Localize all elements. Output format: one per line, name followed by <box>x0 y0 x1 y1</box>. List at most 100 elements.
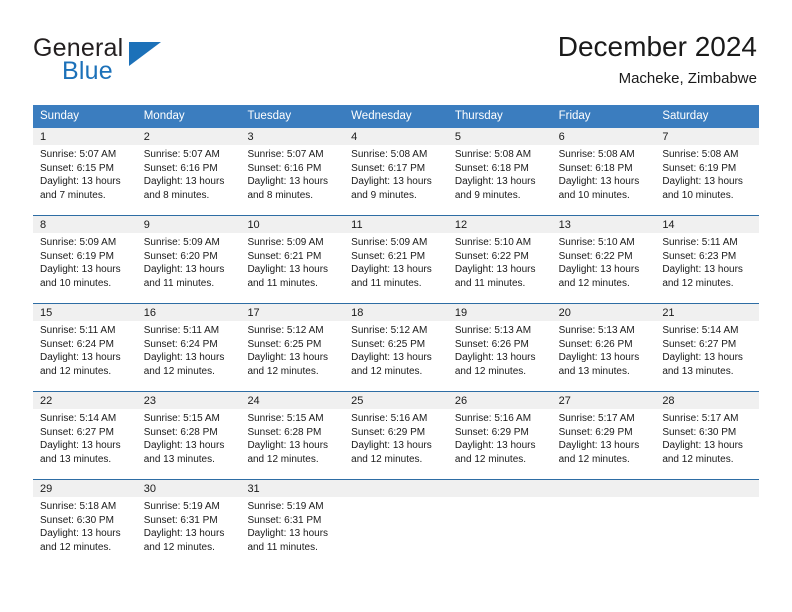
daylight-text-line1: Daylight: 13 hours <box>662 264 743 276</box>
day-cell[interactable]: 25 Sunrise: 5:16 AM Sunset: 6:29 PM Dayl… <box>344 392 448 479</box>
sunrise-text: Sunrise: 5:17 AM <box>662 413 739 424</box>
day-details: Sunrise: 5:11 AM Sunset: 6:24 PM Dayligh… <box>33 321 137 378</box>
day-cell[interactable]: 3 Sunrise: 5:07 AM Sunset: 6:16 PM Dayli… <box>240 128 345 215</box>
day-cell[interactable]: 15 Sunrise: 5:11 AM Sunset: 6:24 PM Dayl… <box>33 304 137 391</box>
day-cell[interactable]: 21 Sunrise: 5:14 AM Sunset: 6:27 PM Dayl… <box>655 304 760 391</box>
daylight-text-line1: Daylight: 13 hours <box>558 440 640 452</box>
day-number: 27 <box>551 392 656 409</box>
day-number: 5 <box>447 128 552 145</box>
sunset-text: Sunset: 6:22 PM <box>558 250 633 262</box>
day-cell[interactable]: 18 Sunrise: 5:12 AM Sunset: 6:25 PM Dayl… <box>344 304 448 391</box>
daylight-text-line2: and 12 minutes. <box>662 453 734 465</box>
weekday-header-wednesday: Wednesday <box>351 110 412 122</box>
blue-triangle-logo-icon <box>129 42 161 66</box>
day-details <box>448 497 552 500</box>
day-cell[interactable]: 5 Sunrise: 5:08 AM Sunset: 6:18 PM Dayli… <box>447 128 552 215</box>
day-cell[interactable]: 23 Sunrise: 5:15 AM Sunset: 6:28 PM Dayl… <box>136 392 241 479</box>
day-number: 16 <box>136 304 241 321</box>
day-cell[interactable]: 10 Sunrise: 5:09 AM Sunset: 6:21 PM Dayl… <box>240 216 345 303</box>
sunset-text: Sunset: 6:19 PM <box>662 162 737 174</box>
daylight-text-line2: and 12 minutes. <box>351 365 423 377</box>
general-blue-logo[interactable]: General Blue <box>33 34 213 92</box>
sunset-text: Sunset: 6:27 PM <box>662 338 737 350</box>
calendar-page: General Blue December 2024 Macheke, Zimb… <box>0 0 792 612</box>
day-number: 22 <box>33 392 137 409</box>
day-cell[interactable]: 31 Sunrise: 5:19 AM Sunset: 6:31 PM Dayl… <box>240 480 345 567</box>
day-cell[interactable]: 6 Sunrise: 5:08 AM Sunset: 6:18 PM Dayli… <box>551 128 656 215</box>
day-details: Sunrise: 5:17 AM Sunset: 6:30 PM Dayligh… <box>655 409 759 466</box>
day-number: 31 <box>240 480 345 497</box>
day-details: Sunrise: 5:09 AM Sunset: 6:21 PM Dayligh… <box>240 233 344 290</box>
sunrise-text: Sunrise: 5:15 AM <box>247 413 324 424</box>
sunrise-text: Sunrise: 5:14 AM <box>40 413 117 424</box>
daylight-text-line1: Daylight: 13 hours <box>247 352 329 364</box>
day-number: 21 <box>655 304 760 321</box>
day-cell[interactable]: 16 Sunrise: 5:11 AM Sunset: 6:24 PM Dayl… <box>136 304 241 391</box>
day-cell[interactable]: 14 Sunrise: 5:11 AM Sunset: 6:23 PM Dayl… <box>655 216 760 303</box>
day-details: Sunrise: 5:12 AM Sunset: 6:25 PM Dayligh… <box>344 321 448 378</box>
day-cell[interactable]: 30 Sunrise: 5:19 AM Sunset: 6:31 PM Dayl… <box>136 480 241 567</box>
daylight-text-line1: Daylight: 13 hours <box>662 176 743 188</box>
day-cell[interactable]: 20 Sunrise: 5:13 AM Sunset: 6:26 PM Dayl… <box>551 304 656 391</box>
day-cell[interactable]: 27 Sunrise: 5:17 AM Sunset: 6:29 PM Dayl… <box>551 392 656 479</box>
day-details: Sunrise: 5:10 AM Sunset: 6:22 PM Dayligh… <box>552 233 656 290</box>
daylight-text-line2: and 10 minutes. <box>40 277 112 289</box>
day-cell[interactable]: 28 Sunrise: 5:17 AM Sunset: 6:30 PM Dayl… <box>655 392 760 479</box>
day-cell[interactable]: 26 Sunrise: 5:16 AM Sunset: 6:29 PM Dayl… <box>447 392 552 479</box>
sunset-text: Sunset: 6:21 PM <box>247 250 322 262</box>
daylight-text-line2: and 7 minutes. <box>40 189 106 201</box>
day-cell[interactable]: 2 Sunrise: 5:07 AM Sunset: 6:16 PM Dayli… <box>136 128 241 215</box>
sunset-text: Sunset: 6:29 PM <box>454 426 529 438</box>
day-number <box>551 480 656 497</box>
sunset-text: Sunset: 6:16 PM <box>247 162 322 174</box>
sunrise-text: Sunrise: 5:18 AM <box>40 501 117 512</box>
day-cell[interactable]: 9 Sunrise: 5:09 AM Sunset: 6:20 PM Dayli… <box>136 216 241 303</box>
day-details: Sunrise: 5:11 AM Sunset: 6:23 PM Dayligh… <box>655 233 759 290</box>
day-cell-empty <box>447 480 552 567</box>
day-cell[interactable]: 1 Sunrise: 5:07 AM Sunset: 6:15 PM Dayli… <box>33 128 137 215</box>
day-number: 17 <box>240 304 345 321</box>
daylight-text-line2: and 12 minutes. <box>40 365 112 377</box>
day-cell[interactable]: 17 Sunrise: 5:12 AM Sunset: 6:25 PM Dayl… <box>240 304 345 391</box>
day-details: Sunrise: 5:07 AM Sunset: 6:15 PM Dayligh… <box>33 145 137 202</box>
sunrise-text: Sunrise: 5:09 AM <box>143 237 220 248</box>
sunset-text: Sunset: 6:30 PM <box>662 426 737 438</box>
sunrise-text: Sunrise: 5:08 AM <box>454 149 532 160</box>
day-cell[interactable]: 29 Sunrise: 5:18 AM Sunset: 6:30 PM Dayl… <box>33 480 137 567</box>
sunset-text: Sunset: 6:29 PM <box>558 426 633 438</box>
sunrise-text: Sunrise: 5:12 AM <box>247 325 324 336</box>
calendar-grid: Sunday Monday Tuesday Wednesday Thursday… <box>33 105 760 567</box>
sunset-text: Sunset: 6:22 PM <box>454 250 529 262</box>
day-cell[interactable]: 4 Sunrise: 5:08 AM Sunset: 6:17 PM Dayli… <box>344 128 448 215</box>
daylight-text-line1: Daylight: 13 hours <box>454 264 536 276</box>
day-cell[interactable]: 11 Sunrise: 5:09 AM Sunset: 6:21 PM Dayl… <box>344 216 448 303</box>
week-row: 22 Sunrise: 5:14 AM Sunset: 6:27 PM Dayl… <box>33 391 760 479</box>
day-cell[interactable]: 8 Sunrise: 5:09 AM Sunset: 6:19 PM Dayli… <box>33 216 137 303</box>
day-number: 24 <box>240 392 345 409</box>
day-cell-empty <box>551 480 656 567</box>
daylight-text-line1: Daylight: 13 hours <box>558 352 640 364</box>
daylight-text-line2: and 12 minutes. <box>40 541 112 553</box>
day-details: Sunrise: 5:09 AM Sunset: 6:21 PM Dayligh… <box>344 233 448 290</box>
day-cell[interactable]: 19 Sunrise: 5:13 AM Sunset: 6:26 PM Dayl… <box>447 304 552 391</box>
sunset-text: Sunset: 6:18 PM <box>558 162 633 174</box>
sunset-text: Sunset: 6:16 PM <box>143 162 218 174</box>
daylight-text-line2: and 8 minutes. <box>143 189 210 201</box>
page-subtitle-location: Macheke, Zimbabwe <box>618 70 757 87</box>
day-cell[interactable]: 22 Sunrise: 5:14 AM Sunset: 6:27 PM Dayl… <box>33 392 137 479</box>
daylight-text-line2: and 10 minutes. <box>558 189 630 201</box>
page-title: December 2024 <box>557 31 757 62</box>
weekday-header-row: Sunday Monday Tuesday Wednesday Thursday… <box>33 105 759 128</box>
sunset-text: Sunset: 6:31 PM <box>143 514 218 526</box>
sunset-text: Sunset: 6:23 PM <box>662 250 737 262</box>
week-row: 15 Sunrise: 5:11 AM Sunset: 6:24 PM Dayl… <box>33 303 760 391</box>
day-cell[interactable]: 7 Sunrise: 5:08 AM Sunset: 6:19 PM Dayli… <box>655 128 760 215</box>
day-cell-empty <box>344 480 448 567</box>
daylight-text-line2: and 12 minutes. <box>662 277 734 289</box>
day-cell[interactable]: 12 Sunrise: 5:10 AM Sunset: 6:22 PM Dayl… <box>447 216 552 303</box>
day-details: Sunrise: 5:10 AM Sunset: 6:22 PM Dayligh… <box>448 233 552 290</box>
sunset-text: Sunset: 6:30 PM <box>40 514 114 526</box>
day-cell[interactable]: 13 Sunrise: 5:10 AM Sunset: 6:22 PM Dayl… <box>551 216 656 303</box>
sunrise-text: Sunrise: 5:08 AM <box>558 149 635 160</box>
day-cell[interactable]: 24 Sunrise: 5:15 AM Sunset: 6:28 PM Dayl… <box>240 392 345 479</box>
